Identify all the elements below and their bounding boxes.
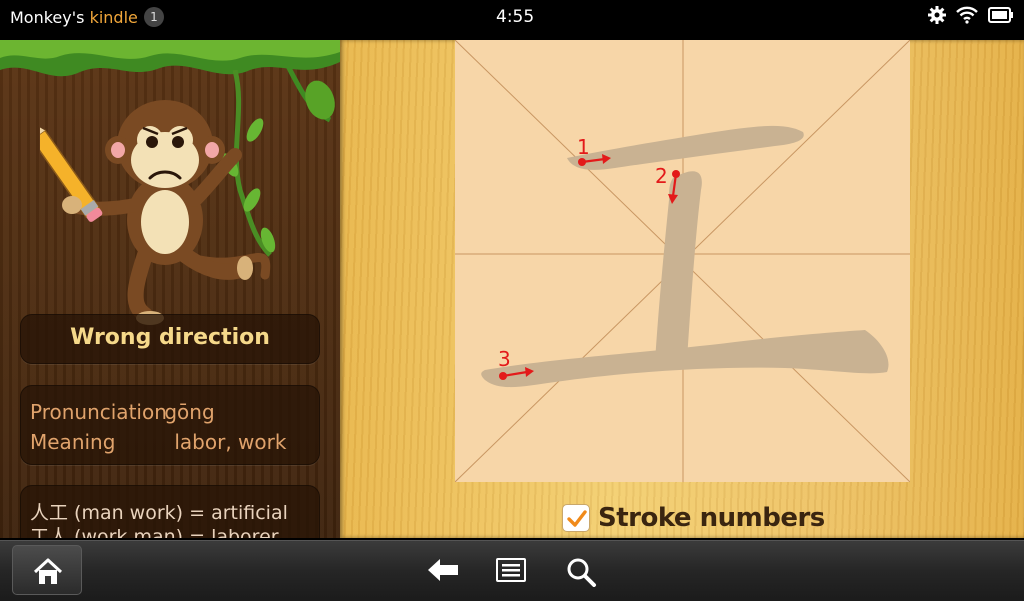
stroke-number-3: 3: [498, 347, 511, 371]
stroke-number-2: 2: [655, 164, 668, 188]
character-info-box: Pronunciation gōng Meaning labor, work: [20, 385, 320, 465]
stroke-numbers-label[interactable]: Stroke numbers: [598, 503, 825, 533]
menu-icon[interactable]: [495, 557, 527, 583]
navigation-bar: [0, 540, 1024, 601]
pronunciation-value: gōng: [164, 400, 215, 424]
meaning-label: Meaning: [30, 430, 116, 454]
feedback-box: Wrong direction: [20, 314, 320, 364]
meaning-row: Meaning labor, work: [30, 430, 286, 454]
stroke-numbers-toggle[interactable]: Stroke numbers: [562, 501, 825, 535]
clock: 4:55: [496, 7, 535, 27]
character-practice-grid[interactable]: 1 2 3: [455, 40, 910, 482]
writing-board: 1 2 3 Stroke numbers: [340, 40, 1024, 538]
left-panel: Wrong direction Pronunciation gōng Meani…: [0, 40, 340, 538]
example-item: 工人 (work man) = laborer: [30, 526, 279, 538]
device-owner: Monkey's: [10, 8, 85, 27]
notification-badge[interactable]: 1: [144, 7, 164, 27]
example-item: 人工 (man work) = artificial: [30, 502, 288, 524]
back-arrow-icon[interactable]: [426, 557, 460, 583]
meaning-value: labor, work: [174, 430, 287, 454]
pronunciation-label: Pronunciation: [30, 400, 167, 424]
device-name: Monkey's kindle: [10, 8, 138, 27]
examples-box[interactable]: 人工 (man work) = artificial 工人 (work man)…: [20, 485, 320, 538]
device-brand: kindle: [89, 8, 138, 27]
gear-icon[interactable]: [928, 6, 946, 28]
stroke-number-1: 1: [577, 135, 590, 159]
pronunciation-row: Pronunciation gōng: [30, 400, 215, 424]
home-button[interactable]: [12, 545, 82, 595]
feedback-message: Wrong direction: [70, 325, 270, 350]
status-icons: [928, 6, 1014, 28]
monkey-mascot-image: [40, 70, 276, 325]
checkmark-icon: [567, 510, 587, 527]
wifi-icon[interactable]: [956, 6, 978, 28]
battery-icon[interactable]: [988, 7, 1014, 27]
status-bar: Monkey's kindle 1 4:55: [0, 0, 1024, 36]
home-icon: [33, 558, 63, 584]
search-icon[interactable]: [566, 557, 598, 587]
stroke-numbers-checkbox[interactable]: [562, 504, 590, 532]
